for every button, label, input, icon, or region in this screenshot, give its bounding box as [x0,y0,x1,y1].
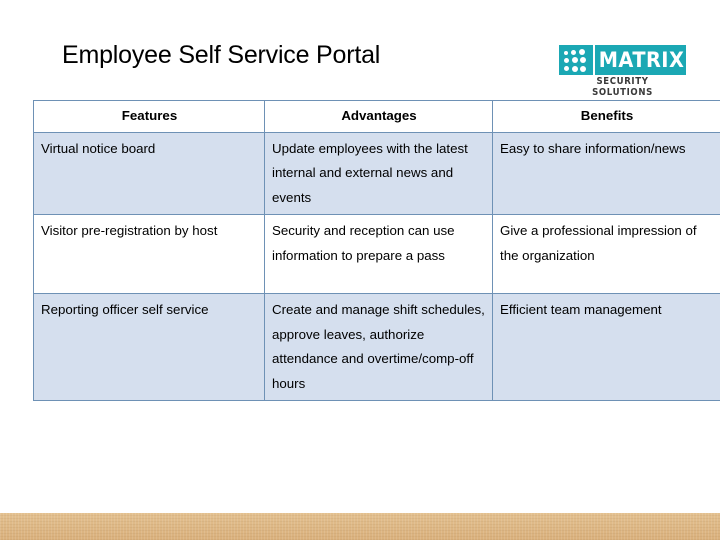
column-header-advantages: Advantages [264,100,493,133]
bottom-decorative-band [0,513,720,540]
cell-features: Virtual notice board [33,131,265,215]
column-header-features: Features [33,100,265,133]
table-row: Reporting officer self service Create an… [33,293,720,401]
table-row: Visitor pre-registration by host Securit… [33,214,720,294]
table-row: Virtual notice board Update employees wi… [33,131,720,215]
logo-divider [593,45,595,75]
cell-benefits: Easy to share information/news [492,131,720,215]
logo-tagline: SECURITY SOLUTIONS [592,76,653,98]
matrix-logo: MATRIX SECURITY SOLUTIONS [559,45,686,98]
table-header-row: Features Advantages Benefits [33,100,720,133]
cell-benefits: Give a professional impression of the or… [492,214,720,294]
column-header-benefits: Benefits [492,100,720,133]
logo-bar: MATRIX [559,45,686,75]
features-advantages-benefits-table: Features Advantages Benefits Virtual not… [33,100,720,401]
cell-advantages: Update employees with the latest interna… [264,131,493,215]
matrix-dots-icon [559,45,593,75]
cell-features: Reporting officer self service [33,293,265,401]
cell-features: Visitor pre-registration by host [33,214,265,294]
cell-advantages: Security and reception can use informati… [264,214,493,294]
logo-wordmark: MATRIX [598,48,685,72]
cell-benefits: Efficient team management [492,293,720,401]
cell-advantages: Create and manage shift schedules, appro… [264,293,493,401]
slide-canvas: Employee Self Service Portal MATRIX SECU… [0,0,720,540]
page-title: Employee Self Service Portal [62,41,381,69]
